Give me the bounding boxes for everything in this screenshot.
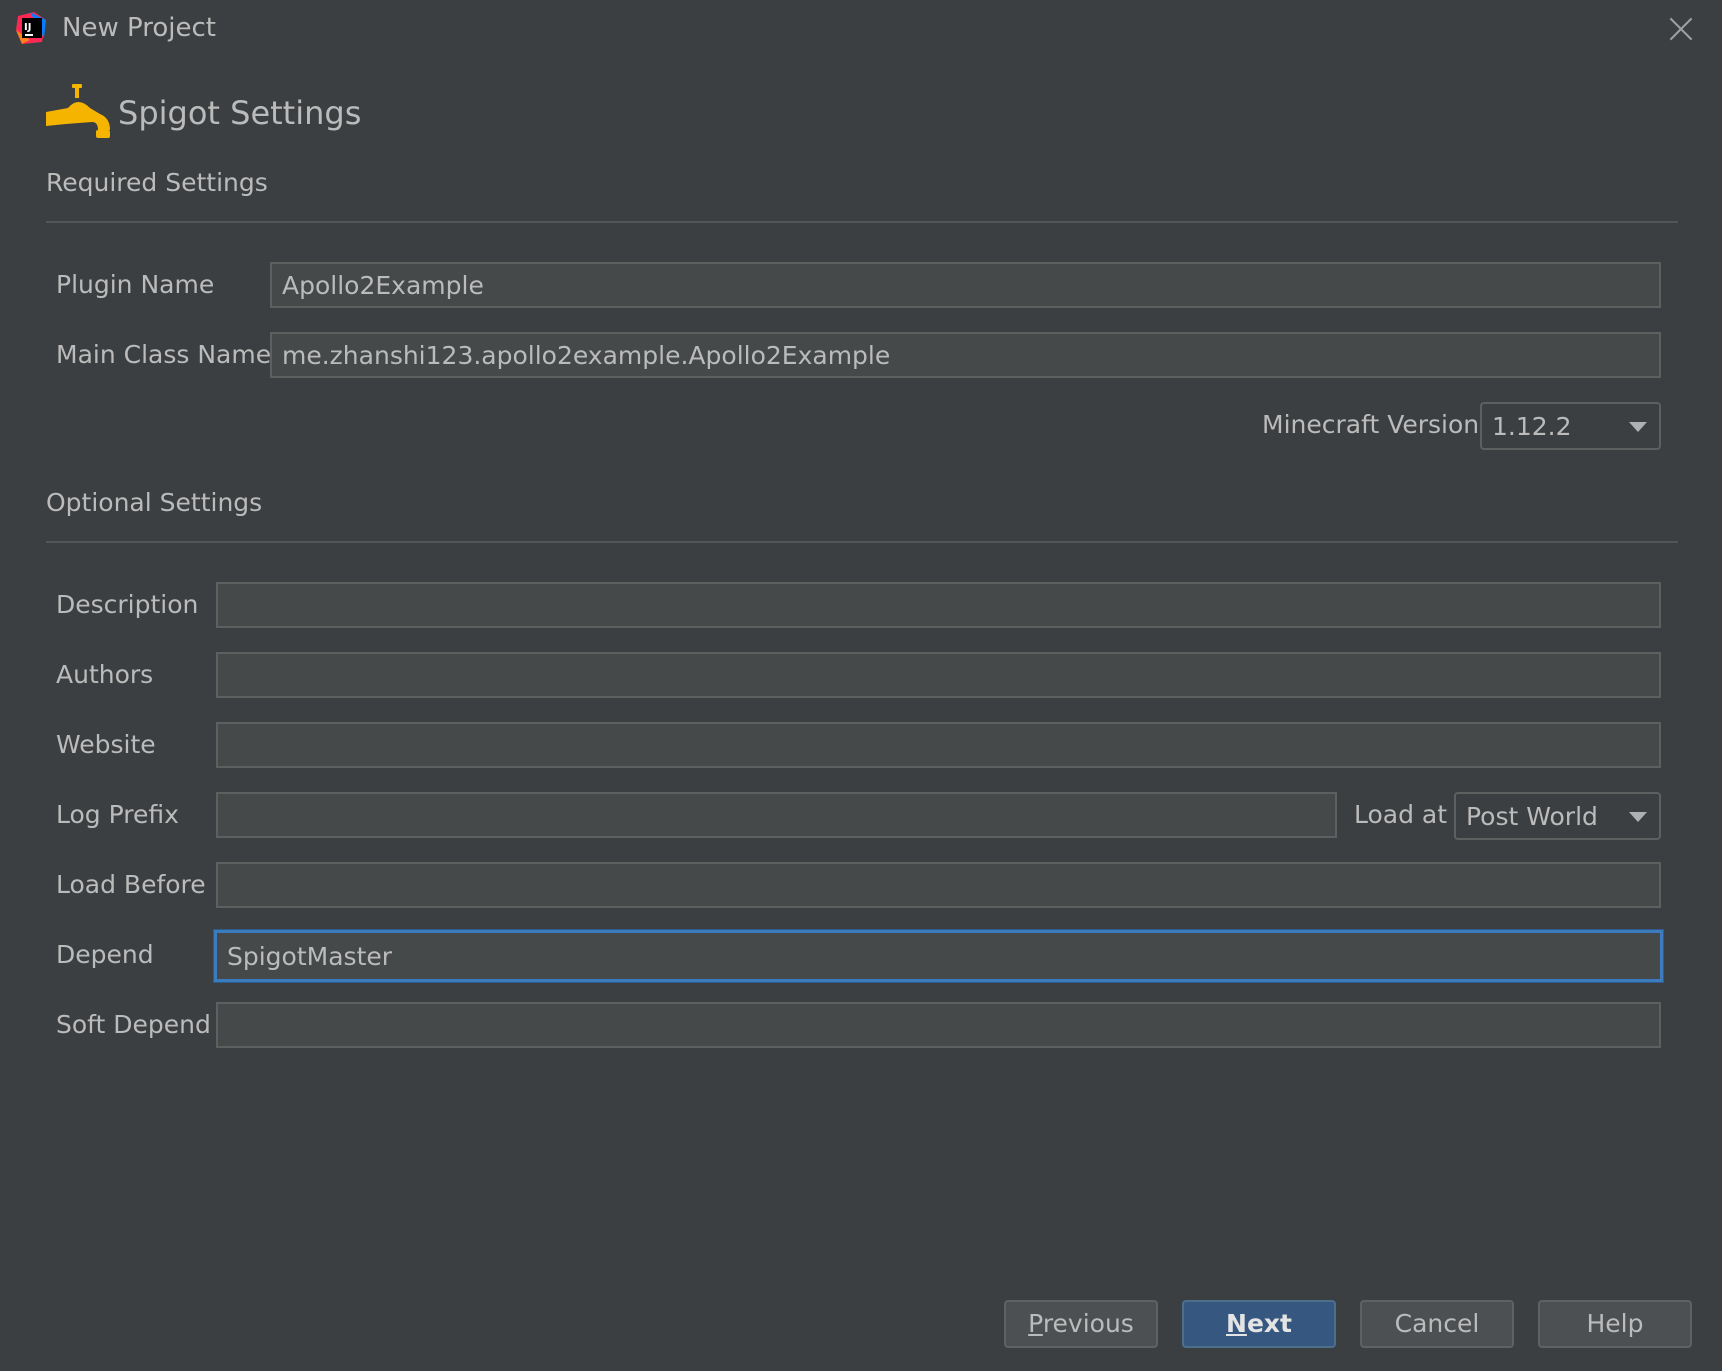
close-icon[interactable] xyxy=(1666,14,1696,44)
soft-depend-input[interactable] xyxy=(216,1002,1661,1048)
page-title: Spigot Settings xyxy=(118,94,362,132)
help-button[interactable]: Help xyxy=(1538,1300,1692,1348)
title-bar: IJ New Project xyxy=(0,0,1722,58)
cancel-button[interactable]: Cancel xyxy=(1360,1300,1514,1348)
intellij-app-icon: IJ xyxy=(16,12,46,44)
minecraft-version-select[interactable]: 1.12.2 xyxy=(1480,402,1661,450)
description-label: Description xyxy=(56,590,199,619)
previous-button[interactable]: Previous xyxy=(1004,1300,1158,1348)
previous-label: revious xyxy=(1042,1309,1134,1338)
depend-input[interactable] xyxy=(214,930,1663,982)
next-label: ext xyxy=(1246,1309,1292,1338)
optional-separator xyxy=(46,541,1678,543)
main-class-label: Main Class Name xyxy=(56,340,272,369)
minecraft-version-value: 1.12.2 xyxy=(1492,412,1572,441)
main-class-input[interactable] xyxy=(270,332,1661,378)
description-input[interactable] xyxy=(216,582,1661,628)
soft-depend-label: Soft Depend xyxy=(56,1010,211,1039)
load-before-label: Load Before xyxy=(56,870,206,899)
chevron-down-icon xyxy=(1629,422,1647,432)
required-settings-title: Required Settings xyxy=(46,168,268,197)
website-label: Website xyxy=(56,730,156,759)
chevron-down-icon xyxy=(1629,812,1647,822)
log-prefix-input[interactable] xyxy=(216,792,1337,838)
optional-settings-title: Optional Settings xyxy=(46,488,263,517)
log-prefix-label: Log Prefix xyxy=(56,800,179,829)
load-before-input[interactable] xyxy=(216,862,1661,908)
previous-mnemonic: P xyxy=(1028,1309,1043,1338)
window-title: New Project xyxy=(62,13,216,43)
next-button[interactable]: Next xyxy=(1182,1300,1336,1348)
load-at-value: Post World xyxy=(1466,802,1598,831)
authors-label: Authors xyxy=(56,660,154,689)
depend-label: Depend xyxy=(56,940,154,969)
next-mnemonic: N xyxy=(1226,1309,1247,1338)
plugin-name-input[interactable] xyxy=(270,262,1661,308)
authors-input[interactable] xyxy=(216,652,1661,698)
minecraft-version-label: Minecraft Version xyxy=(1262,410,1480,439)
required-separator xyxy=(46,221,1678,223)
spigot-faucet-icon xyxy=(46,84,110,138)
load-at-label: Load at xyxy=(1354,800,1448,829)
plugin-name-label: Plugin Name xyxy=(56,270,215,299)
svg-text:IJ: IJ xyxy=(24,22,31,33)
website-input[interactable] xyxy=(216,722,1661,768)
load-at-select[interactable]: Post World xyxy=(1454,792,1661,840)
